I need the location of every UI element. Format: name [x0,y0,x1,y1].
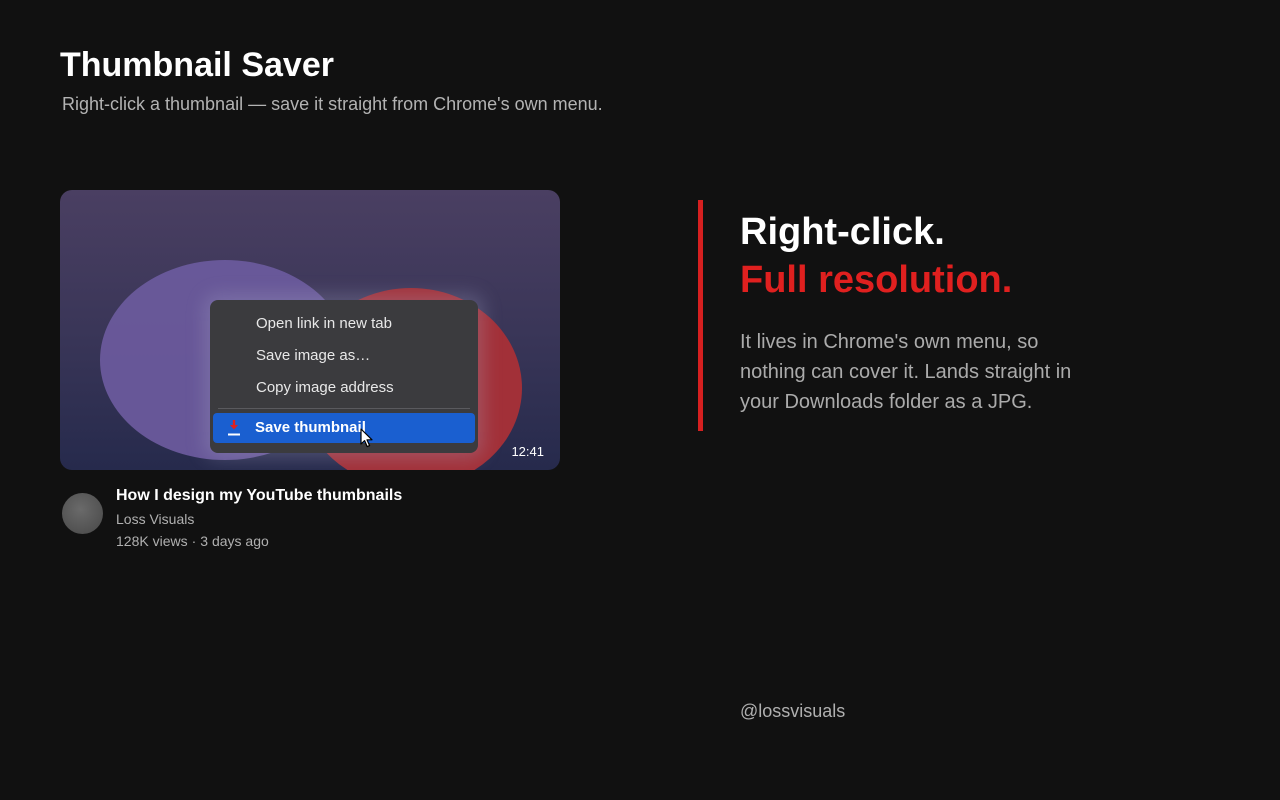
menu-item-copy-image-address[interactable]: Copy image address [210,372,478,404]
video-meta: 128K views · 3 days ago [116,533,269,550]
promo-description: It lives in Chrome's own menu, so nothin… [740,331,1072,413]
accent-bar [698,200,703,431]
menu-separator [218,408,470,409]
menu-item-open-link-new-tab[interactable]: Open link in new tab [210,308,478,340]
social-handle: @lossvisuals [740,701,846,721]
menu-item-save-thumbnail[interactable]: Save thumbnail [213,413,475,443]
app-subtitle: Right-click a thumbnail — save it straig… [62,94,603,114]
context-menu: Open link in new tab Save image as… Copy… [210,300,478,453]
menu-item-label: Save thumbnail [255,419,366,436]
channel-name[interactable]: Loss Visuals [116,511,194,528]
promo-headline: Right-click. [740,211,945,253]
meta-separator: · [191,533,197,549]
video-duration: 12:41 [511,444,544,459]
mouse-cursor-icon [360,428,373,448]
channel-avatar[interactable] [62,493,103,534]
menu-item-save-image-as[interactable]: Save image as… [210,340,478,372]
promo-headline-accent: Full resolution. [740,259,1013,301]
video-thumbnail[interactable]: 12:41 Open link in new tab Save image as… [60,190,560,470]
app-title: Thumbnail Saver [60,46,334,84]
download-icon [228,420,240,436]
view-count: 128K views [116,533,188,549]
video-title[interactable]: How I design my YouTube thumbnails [116,486,402,506]
upload-age: 3 days ago [200,533,269,549]
